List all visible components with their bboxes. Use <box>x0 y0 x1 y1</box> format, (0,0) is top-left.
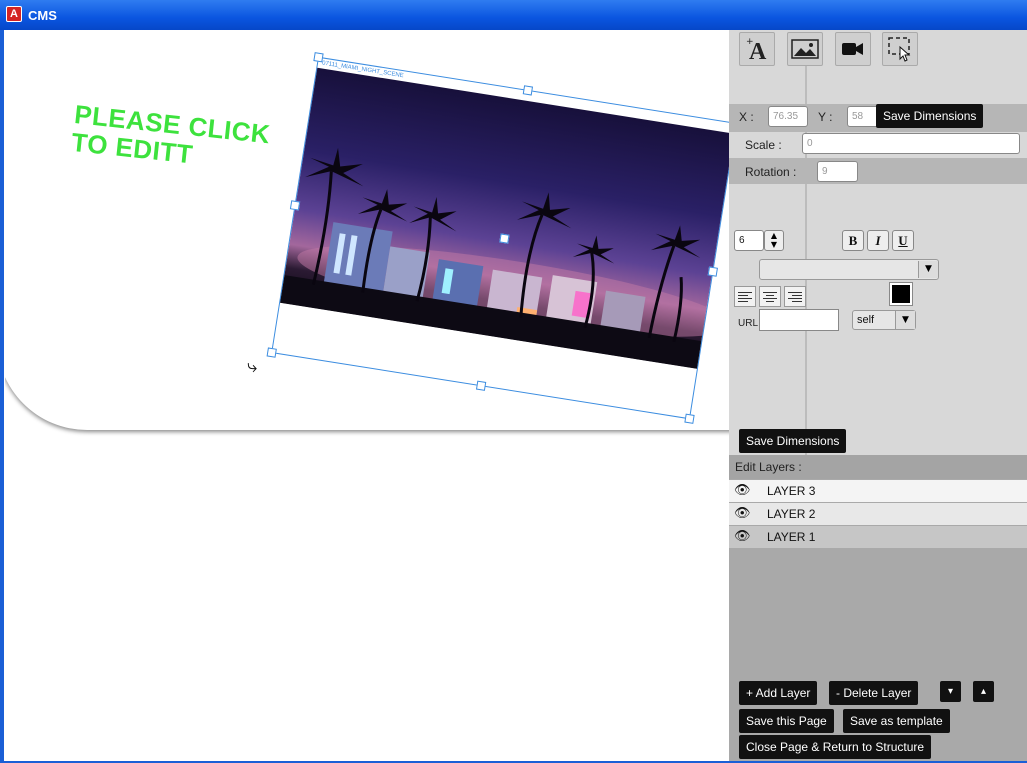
chevron-down-icon: ▼ <box>918 261 938 278</box>
color-swatch <box>892 285 910 303</box>
align-center-button[interactable] <box>759 286 781 307</box>
link-target-select[interactable]: self ▼ <box>852 310 916 330</box>
select-area-icon <box>888 37 911 62</box>
add-text-button[interactable]: A + <box>739 32 775 66</box>
rotation-label: Rotation : <box>745 165 797 179</box>
layer-label: LAYER 3 <box>767 484 816 498</box>
layers-panel: Edit Layers : 👁 LAYER 3 👁 LAYER 2 👁 LAYE… <box>729 455 1027 761</box>
window-titlebar[interactable]: A CMS <box>0 0 1027 30</box>
layers-header: Edit Layers : <box>735 460 802 474</box>
close-page-button[interactable]: Close Page & Return to Structure <box>739 735 932 759</box>
link-target-value: self <box>857 314 875 326</box>
layer-row-selected[interactable]: 👁 LAYER 1 <box>729 526 1027 548</box>
bold-button[interactable]: B <box>842 230 864 251</box>
font-family-select[interactable]: ▼ <box>759 259 939 280</box>
properties-panel: A + X : 76.35 Y : 58 Save Dimensions Sca… <box>729 30 1027 761</box>
align-right-button[interactable] <box>784 286 806 307</box>
move-layer-down-button[interactable]: ▾ <box>940 681 962 702</box>
add-layer-button[interactable]: + Add Layer <box>739 681 818 705</box>
editor-canvas[interactable]: PLEASE CLICK TO EDITT 07111_MIAMI_NIGHT_… <box>5 30 729 761</box>
window-title: CMS <box>28 8 57 23</box>
y-label: Y : <box>818 110 833 124</box>
resize-handle-bottom-right[interactable] <box>684 413 695 424</box>
text-color-picker[interactable] <box>889 282 913 306</box>
save-dimensions-button[interactable]: Save Dimensions <box>739 429 847 453</box>
eye-icon[interactable]: 👁 <box>734 483 751 498</box>
align-left-button[interactable] <box>734 286 756 307</box>
resize-handle-bottom-left[interactable] <box>266 347 277 358</box>
scale-label: Scale : <box>745 138 782 152</box>
resize-handle-bottom[interactable] <box>475 380 487 391</box>
save-page-button[interactable]: Save this Page <box>739 709 834 733</box>
save-as-template-button[interactable]: Save as template <box>843 709 950 733</box>
add-text-icon: A + <box>746 37 767 62</box>
resize-handle-top[interactable] <box>522 85 534 96</box>
add-image-button[interactable] <box>787 32 823 66</box>
resize-handle-left[interactable] <box>289 200 301 211</box>
layer-row[interactable]: 👁 LAYER 3 <box>729 480 1027 502</box>
url-input[interactable] <box>759 309 839 331</box>
app-icon: A <box>6 6 22 22</box>
eye-icon[interactable]: 👁 <box>734 506 751 521</box>
photo-scene <box>280 147 729 369</box>
scale-input[interactable]: 0 <box>802 133 1020 154</box>
select-area-button[interactable] <box>882 32 918 66</box>
rotation-input[interactable]: 9 <box>817 161 858 182</box>
save-dimensions-tooltip-button[interactable]: Save Dimensions <box>876 104 984 128</box>
resize-handle-top-left[interactable] <box>313 52 324 63</box>
italic-button[interactable]: I <box>867 230 889 251</box>
y-input[interactable]: 58 <box>847 106 879 127</box>
move-layer-up-button[interactable]: ▴ <box>973 681 995 702</box>
layer-row[interactable]: 👁 LAYER 2 <box>729 503 1027 525</box>
x-label: X : <box>739 110 754 124</box>
underline-button[interactable]: U <box>892 230 914 251</box>
resize-handle-right[interactable] <box>707 266 718 277</box>
layer-label: LAYER 2 <box>767 507 816 521</box>
add-video-icon <box>842 43 863 55</box>
delete-layer-button[interactable]: - Delete Layer <box>829 681 919 705</box>
center-handle[interactable] <box>499 233 510 244</box>
chevron-down-icon: ▼ <box>895 311 915 329</box>
font-size-input[interactable]: 6 <box>734 230 764 251</box>
url-label: URL <box>738 318 759 329</box>
eye-icon[interactable]: 👁 <box>734 529 751 544</box>
layer-label: LAYER 1 <box>767 530 816 544</box>
miami-night-photo[interactable] <box>280 67 729 369</box>
add-video-button[interactable] <box>835 32 871 66</box>
add-image-icon <box>791 39 819 59</box>
font-size-stepper[interactable]: ▲ ▼ <box>764 230 784 251</box>
rotate-arrow-icon[interactable]: ⤷ <box>247 356 257 377</box>
svg-text:+: + <box>746 37 754 47</box>
x-input[interactable]: 76.35 <box>768 106 808 127</box>
